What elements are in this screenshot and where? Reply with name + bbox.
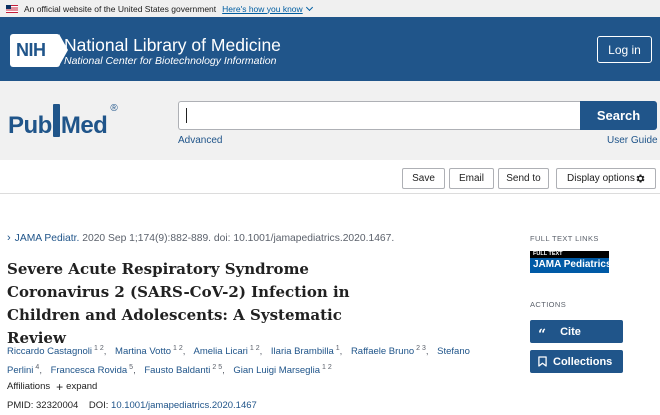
author-link[interactable]: Martina Votto 1 2	[115, 345, 183, 358]
author-name: Fausto Baldanti	[144, 365, 211, 377]
ncbi-subtitle: National Center for Biotechnology Inform…	[64, 55, 277, 67]
author-separator: ,	[103, 346, 107, 358]
authors-list: Riccardo Castagnoli 1 2, Martina Votto 1 2…	[7, 341, 502, 379]
registered-mark: ®	[110, 103, 118, 114]
pubmed-logo-right: Med	[60, 112, 108, 139]
nih-logo[interactable]: NIH	[10, 34, 68, 67]
pubmed-logo[interactable]: Pub Med ®	[8, 103, 118, 140]
author-separator: ,	[425, 346, 429, 358]
doi-link[interactable]: 10.1001/jamapediatrics.2020.1467	[111, 400, 257, 411]
nlm-title[interactable]: National Library of Medicine	[64, 35, 281, 56]
pubmed-logo-bar-icon	[52, 104, 60, 137]
plus-icon[interactable]: +	[56, 381, 63, 393]
author-separator: ,	[39, 365, 42, 377]
display-options-button[interactable]: Display options	[556, 168, 656, 189]
journal-citation: › JAMA Pediatr. 2020 Sep 1;174(9):882-889…	[7, 232, 394, 244]
pubmed-logo-left: Pub	[8, 112, 52, 139]
author-separator: ,	[259, 346, 263, 358]
article-title: Severe Acute Respiratory Syndrome Corona…	[7, 260, 350, 347]
author-name: Riccardo Castagnoli	[7, 346, 93, 358]
affiliations-label: Affiliations	[7, 381, 51, 392]
send-to-button[interactable]: Send to	[498, 168, 549, 189]
author-name: Martina Votto	[115, 346, 172, 358]
advanced-search-link[interactable]: Advanced	[178, 135, 222, 146]
expand-affiliations-button[interactable]: expand	[66, 381, 97, 392]
actions-heading: ACTIONS	[530, 300, 567, 309]
email-button[interactable]: Email	[449, 168, 494, 189]
action-bar: Save Email Send to Display options	[0, 160, 660, 194]
collections-label: Collections	[553, 355, 613, 368]
us-flag-icon	[6, 4, 18, 13]
cite-label: Cite	[560, 325, 581, 338]
search-button[interactable]: Search	[580, 101, 657, 130]
author-name: Ilaria Brambilla	[270, 346, 334, 358]
author-affiliation-ref[interactable]: 1 2	[322, 364, 332, 371]
journal-link[interactable]: JAMA Pediatr.	[15, 233, 80, 244]
user-guide-link[interactable]: User Guide	[607, 135, 658, 146]
bookmark-icon	[538, 356, 547, 367]
save-button[interactable]: Save	[402, 168, 445, 189]
author-affiliation-ref[interactable]: 2 5	[212, 364, 222, 371]
author-separator: ,	[339, 346, 343, 358]
chevron-down-icon	[305, 3, 313, 11]
heres-how-you-know-label: Here's how you know	[222, 3, 303, 14]
full-text-links-heading: FULL TEXT LINKS	[530, 234, 599, 243]
heres-how-you-know-link[interactable]: Here's how you know	[222, 3, 313, 14]
author-link[interactable]: Ilaria Brambilla 1	[270, 345, 340, 358]
author-separator: ,	[222, 365, 225, 377]
search-input[interactable]	[178, 101, 580, 130]
nih-header: NIH National Library of Medicine Nationa…	[0, 17, 660, 81]
badge-top-label: FULL TEXT	[530, 251, 609, 258]
text-cursor	[186, 108, 187, 123]
cite-button[interactable]: “ Cite	[530, 320, 623, 343]
pmid: PMID: 32320004	[7, 400, 79, 411]
quote-icon: “	[538, 326, 547, 343]
affiliations-row: Affiliations + expand	[7, 381, 97, 393]
author-affiliation-ref[interactable]: 1 2	[94, 345, 104, 352]
author-link[interactable]: Riccardo Castagnoli 1 2	[7, 345, 104, 358]
doi-label: DOI:	[88, 400, 109, 411]
author-link[interactable]: Fausto Baldanti 2 5	[144, 364, 222, 377]
collections-button[interactable]: Collections	[530, 350, 623, 373]
author-link[interactable]: Raffaele Bruno 2 3	[350, 345, 426, 358]
author-separator: ,	[133, 365, 136, 377]
nih-logo-text: NIH	[16, 40, 46, 60]
author-affiliation-ref[interactable]: 1 2	[173, 345, 183, 352]
author-link[interactable]: Amelia Licari 1 2	[193, 345, 260, 358]
author-link[interactable]: Gian Luigi Marseglia 1 2	[233, 364, 332, 377]
author-link[interactable]: Francesca Rovida 5	[50, 364, 133, 377]
display-options-label: Display options	[567, 173, 635, 184]
author-name: Francesca Rovida	[50, 365, 128, 377]
search-area: Pub Med ® Search Advanced User Guide	[0, 81, 660, 160]
author-name: Gian Luigi Marseglia	[233, 365, 320, 377]
author-separator: ,	[182, 346, 186, 358]
chevron-right-icon: ›	[7, 232, 11, 244]
gov-banner: An official website of the United States…	[0, 0, 660, 17]
author-name: Amelia Licari	[193, 346, 248, 358]
author-affiliation-ref[interactable]: 2 3	[416, 345, 426, 352]
gear-icon	[636, 174, 645, 183]
badge-main-label: JAMA Pediatrics	[533, 259, 612, 270]
article-identifiers: PMID: 32320004 DOI: 10.1001/jamapediatri…	[7, 400, 257, 411]
author-affiliation-ref[interactable]: 1 2	[250, 345, 260, 352]
login-button[interactable]: Log in	[597, 36, 652, 63]
author-name: Raffaele Bruno	[350, 346, 415, 358]
citation-details: 2020 Sep 1;174(9):882-889. doi: 10.1001/…	[82, 233, 395, 244]
gov-banner-text: An official website of the United States…	[24, 3, 217, 14]
jama-pediatrics-full-text-link[interactable]: FULL TEXT JAMA Pediatrics	[530, 251, 612, 273]
